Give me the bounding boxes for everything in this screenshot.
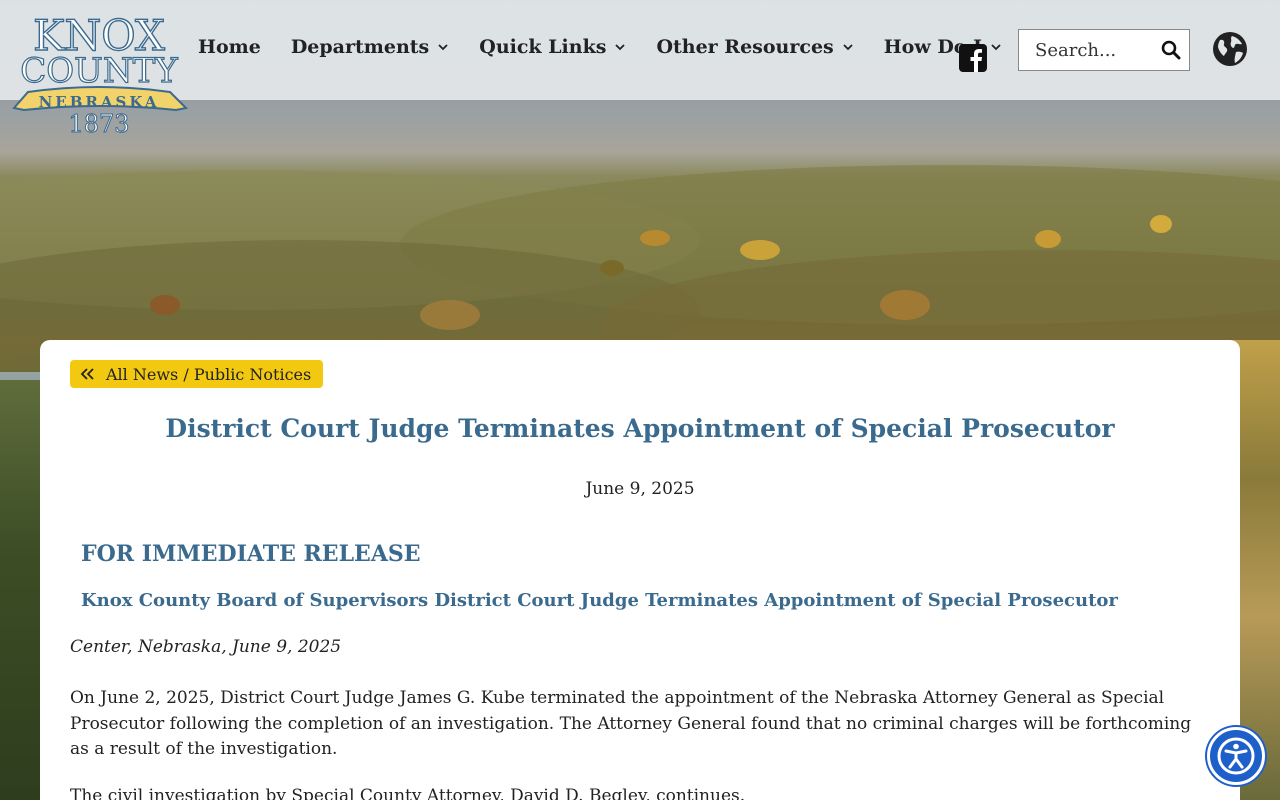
nav-item-quick-links[interactable]: Quick Links <box>479 36 626 58</box>
chevron-down-icon <box>615 44 626 51</box>
logo-year: 1873 <box>68 110 129 138</box>
all-news-label: All News / Public Notices <box>106 364 312 384</box>
chevron-down-icon <box>843 44 853 51</box>
logo-line2: COUNTY <box>20 51 178 91</box>
search-icon[interactable] <box>1161 40 1181 60</box>
article-paragraph: The civil investigation by Special Count… <box>70 786 746 800</box>
chevron-down-icon <box>438 44 448 51</box>
article-dateline: Center, Nebraska, June 9, 2025 <box>70 637 342 657</box>
search-input[interactable] <box>1019 31 1155 69</box>
release-heading: FOR IMMEDIATE RELEASE <box>81 541 421 567</box>
nav-item-label: Departments <box>290 36 430 58</box>
nav-item-label: Home <box>198 36 261 58</box>
nav-item-home[interactable]: Home <box>198 36 261 58</box>
site-header: KNOX COUNTY NEBRASKA 1873 Home Departmen… <box>0 0 1280 139</box>
accessibility-icon <box>1217 737 1255 775</box>
main-nav: Home Departments Quick Links Other Resou… <box>198 36 1002 58</box>
nav-item-label: Quick Links <box>479 36 607 58</box>
knox-county-logo[interactable]: KNOX COUNTY NEBRASKA 1873 <box>10 8 190 139</box>
chevron-down-icon <box>991 44 1001 51</box>
article-subheading: Knox County Board of Supervisors Distric… <box>81 590 1118 611</box>
globe-icon[interactable] <box>1212 31 1248 67</box>
facebook-icon[interactable] <box>959 44 987 72</box>
logo-banner: NEBRASKA <box>39 93 160 111</box>
article-date: June 9, 2025 <box>585 479 695 499</box>
all-news-button[interactable]: All News / Public Notices <box>70 360 324 388</box>
nav-item-departments[interactable]: Departments <box>291 36 449 58</box>
double-chevron-left-icon <box>80 368 94 380</box>
article-title: District Court Judge Terminates Appointm… <box>165 414 1115 443</box>
accessibility-button[interactable] <box>1207 727 1265 785</box>
article-card: All News / Public Notices District Court… <box>40 340 1240 800</box>
nav-item-other-resources[interactable]: Other Resources <box>656 36 853 58</box>
search-box <box>1018 29 1190 71</box>
nav-item-label: Other Resources <box>656 36 834 58</box>
article-paragraph: On June 2, 2025, District Court Judge Ja… <box>70 688 1192 759</box>
